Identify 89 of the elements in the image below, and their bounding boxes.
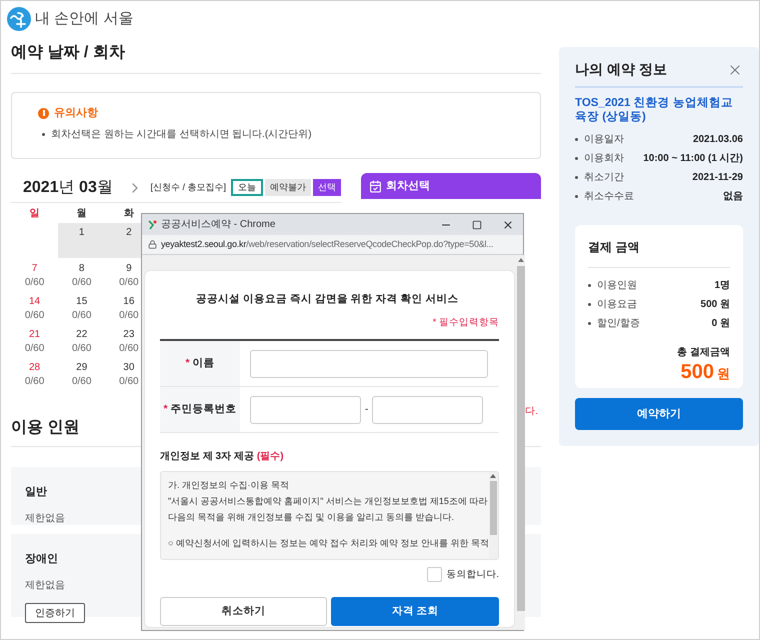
verify-button[interactable]: 인증하기	[25, 603, 85, 623]
user-type-name: 일반	[25, 486, 47, 498]
agree-checkbox[interactable]	[427, 567, 442, 582]
calendar-day[interactable]: 22 0/60	[58, 325, 106, 357]
bullet-icon	[575, 195, 578, 198]
payment-label: 이용인원	[597, 279, 637, 293]
consent-text: "서울시 공공서비스통합예약 홈페이지" 서비스는 개인정보보호법 제15조에 따라	[168, 495, 488, 508]
warning-text: 다.	[525, 405, 538, 419]
legend-tag: 예약불가	[265, 179, 311, 196]
detail-value: 10:00 ~ 11:00 (1 시간)	[643, 152, 743, 166]
calendar-day[interactable]: 29 0/60	[58, 358, 106, 390]
payment-value: 500 원	[700, 298, 730, 312]
detail-value: 없음	[723, 190, 743, 204]
calendar-day[interactable]: 1	[58, 223, 106, 258]
weekday-label: 일	[28, 206, 41, 220]
form-heading: 공공시설 이용요금 즉시 감면을 위한 자격 확인 서비스	[196, 293, 458, 305]
user-type-limit: 제한없음	[25, 513, 65, 524]
required-note: * 필수입력항목	[432, 316, 499, 330]
separator-text: -	[365, 403, 368, 418]
maximize-icon[interactable]	[472, 220, 482, 230]
calendar-icon	[369, 180, 382, 192]
bullet-icon	[588, 322, 591, 325]
panel-title: 나의 예약 정보	[575, 60, 667, 79]
warning-icon	[38, 108, 49, 119]
agree-label: 동의합니다.	[446, 568, 499, 582]
scrollbar-thumb[interactable]	[516, 266, 525, 611]
bullet-icon	[575, 157, 578, 160]
detail-label: 취소수수료	[584, 190, 634, 204]
payment-label: 할인/할증	[597, 317, 640, 331]
consent-title: 개인정보 제 3자 제공	[160, 450, 254, 464]
total-label: 총 결제금액	[677, 346, 730, 360]
scroll-up-icon[interactable]	[490, 474, 496, 478]
payment-title: 결제 금액	[588, 240, 640, 254]
user-type-name: 장애인	[25, 553, 58, 565]
facility-name: TOS_2021 친환경 농업체험교육장 (상일동)	[575, 96, 734, 124]
required-mark: (필수)	[256, 450, 284, 464]
reserve-button[interactable]: 예약하기	[575, 398, 743, 430]
logo-icon	[7, 7, 31, 31]
id-number-input[interactable]	[250, 396, 361, 424]
bullet-icon	[575, 176, 578, 179]
payment-value: 1명	[714, 279, 730, 293]
close-icon[interactable]	[502, 218, 514, 230]
page-title: 예약 날짜 / 회차	[11, 44, 125, 61]
consent-text: 다음의 목적을 위해 개인정보를 수집 및 이용을 알리고 동의를 받습니다.	[168, 511, 456, 524]
cancel-button[interactable]: 취소하기	[160, 597, 328, 626]
user-type-limit: 제한없음	[25, 580, 65, 591]
bullet-icon	[42, 132, 45, 136]
logo-text[interactable]: 내 손안에 서울	[35, 8, 134, 30]
field-label: * 주민등록번호	[163, 402, 236, 417]
field-label: * 이름	[185, 356, 214, 371]
calendar-day[interactable]: 14 0/60	[11, 292, 58, 324]
name-input[interactable]	[250, 350, 488, 378]
payment-label: 이용요금	[597, 298, 637, 312]
detail-value: 2021-11-29	[692, 171, 743, 185]
notice-text: 회차선택은 원하는 시간대를 선택하시면 됩니다.(시간단위)	[51, 128, 312, 142]
consent-textarea[interactable]: 가. 개인정보의 수집·이용 목적 "서울시 공공서비스통합예약 홈페이지" 서비스는 개인정보보호법 제15조에 따라 다음의 목적을 위해 개인정보를 수집 및 이용을 알리고 동의를 받습니다. ○ 예약신청서에 입력하시는 정보는 예약 접수 처리와 예약 정보 안내를 위한 목적	[160, 471, 499, 560]
scroll-up-icon[interactable]	[518, 258, 524, 262]
notice-title: 유의사항	[54, 106, 98, 121]
id-number-input[interactable]	[372, 396, 484, 424]
calendar-day[interactable]: 7 0/60	[11, 259, 58, 291]
calendar-month: 2021년 03월	[23, 178, 113, 198]
calendar-day[interactable]: 15 0/60	[58, 292, 106, 324]
bullet-icon	[588, 284, 591, 287]
detail-value: 2021.03.06	[692, 133, 743, 147]
calendar-day[interactable]: 8 0/60	[58, 259, 106, 291]
site-icon	[147, 220, 157, 230]
detail-label: 이용일자	[584, 133, 624, 147]
total-amount: 500	[680, 360, 714, 384]
weekday-label: 화	[122, 206, 135, 220]
weekday-label: 월	[76, 206, 88, 220]
legend-tag: 선택	[313, 179, 341, 196]
detail-label: 취소기간	[584, 171, 624, 185]
bullet-icon	[588, 303, 591, 306]
calendar-day[interactable]: 28 0/60	[11, 358, 58, 390]
payment-value: 0 원	[712, 317, 730, 331]
bullet-icon	[575, 138, 578, 141]
section-title: 이용 인원	[11, 419, 80, 436]
legend-tag: 오늘	[231, 179, 263, 196]
lock-icon	[148, 240, 157, 249]
window-title: 공공서비스예약 - Chrome	[161, 218, 276, 232]
legend-note: [신청수 / 총모집수]	[150, 180, 226, 194]
consent-text: ○ 예약신청서에 입력하시는 정보는 예약 접수 처리와 예약 정보 안내를 위한 목적	[168, 537, 489, 550]
check-eligibility-button[interactable]: 자격 조회	[331, 597, 499, 626]
detail-label: 이용회차	[584, 152, 624, 166]
scrollbar-thumb[interactable]	[490, 481, 497, 536]
consent-text: 가. 개인정보의 수집·이용 목적	[168, 479, 290, 492]
calendar-day[interactable]: 21 0/60	[11, 325, 58, 357]
currency-unit: 원	[717, 365, 730, 383]
panel-title: 회차선택	[386, 178, 430, 194]
